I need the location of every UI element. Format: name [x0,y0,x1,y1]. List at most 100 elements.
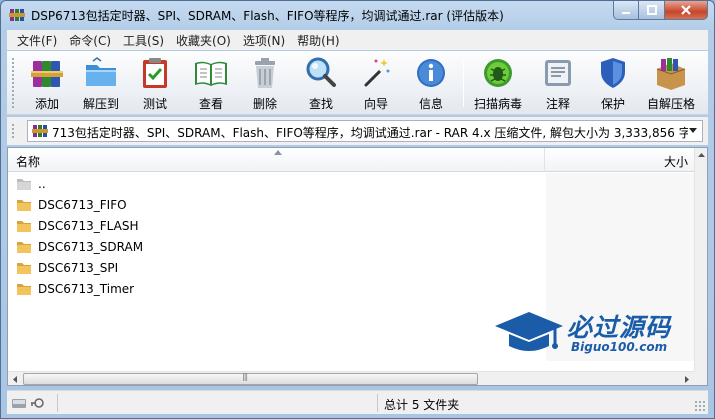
virus-scan-icon [484,59,512,87]
window-controls [613,1,708,21]
file-name: DSC6713_Timer [38,281,135,296]
extract-to-label: 解压到 [82,97,119,111]
list-item-parent[interactable]: .. [8,173,707,194]
clipboard-check-icon [143,58,167,88]
extract-to-button[interactable]: 解压到 [75,55,127,113]
find-label: 查找 [308,97,333,111]
title-bar[interactable]: DSP6713包括定时器、SPI、SDRAM、Flash、FIFO等程序，均调试… [1,1,714,29]
list-item[interactable]: DSC6713_FLASH [8,215,707,236]
add-label: 添加 [34,97,59,111]
menu-favorites[interactable]: 收藏夹(O) [170,32,237,49]
view-button[interactable]: 查看 [185,55,237,113]
graduation-cap-icon [495,312,563,351]
comment-button[interactable]: 注释 [532,55,584,113]
file-name: DSC6713_SPI [38,260,119,275]
menu-tools[interactable]: 工具(S) [117,32,170,49]
menu-help[interactable]: 帮助(H) [291,32,345,49]
address-grip[interactable] [11,123,15,139]
info-button[interactable]: 信息 [405,55,457,113]
address-bar: 713包括定时器、SPI、SDRAM、Flash、FIFO等程序，均调试通过.r… [7,117,708,145]
winrar-app-icon [9,9,25,21]
folder-icon [17,220,31,232]
maximize-button[interactable] [639,1,665,20]
list-item[interactable]: DSC6713_SPI [8,257,707,278]
scroll-thumb[interactable] [23,372,478,385]
open-book-icon [195,61,227,86]
column-header: 名称 大小 [8,148,707,172]
info-label: 信息 [418,97,443,111]
column-name-header[interactable]: 名称 [8,148,545,172]
parent-folder-icon [17,178,31,190]
chevron-right-icon [685,375,689,383]
file-rows: .. DSC6713_FIFO DSC6713_FLASH DSC6713_SD… [8,173,707,299]
folder-icon [17,199,31,211]
wizard-label: 向导 [363,97,388,111]
file-name: .. [38,176,46,191]
magnifier-icon [306,57,336,87]
shield-icon [601,58,625,88]
virus-scan-label: 扫描病毒 [473,97,522,111]
comment-icon [545,60,571,86]
column-size-label: 大小 [663,155,688,169]
scroll-right-button[interactable] [680,372,694,386]
test-button[interactable]: 测试 [129,55,181,113]
drive-key-icon[interactable] [11,395,51,411]
info-icon [417,59,445,87]
folder-icon [17,241,31,253]
wizard-button[interactable]: 向导 [350,55,402,113]
protect-label: 保护 [600,97,625,111]
folder-icon [17,262,31,274]
address-text: 713包括定时器、SPI、SDRAM、Flash、FIFO等程序，均调试通过.r… [52,126,688,140]
protect-button[interactable]: 保护 [587,55,639,113]
list-item[interactable]: DSC6713_FIFO [8,194,707,215]
app-window: DSP6713包括定时器、SPI、SDRAM、Flash、FIFO等程序，均调试… [0,0,715,419]
address-field[interactable]: 713包括定时器、SPI、SDRAM、Flash、FIFO等程序，均调试通过.r… [27,120,703,142]
delete-button[interactable]: 删除 [239,55,291,113]
horizontal-scrollbar[interactable] [8,371,694,385]
test-label: 测试 [142,97,167,111]
find-button[interactable]: 查找 [295,55,347,113]
status-separator [377,394,378,412]
file-name: DSC6713_FIFO [38,197,127,212]
menu-bar: 文件(F) 命令(C) 工具(S) 收藏夹(O) 选项(N) 帮助(H) [7,30,708,50]
list-item[interactable]: DSC6713_SDRAM [8,236,707,257]
file-name: DSC6713_SDRAM [38,239,144,254]
sfx-box-icon [656,58,686,90]
add-button[interactable]: 添加 [21,55,73,113]
toolbar: 添加 解压到 测试 查看 删除 查找 向导 信息 扫描病毒 注释 保护 自解压格 [7,51,708,115]
folder-extract-icon [86,57,116,86]
scroll-corner [694,371,707,385]
virus-scan-button[interactable]: 扫描病毒 [469,55,527,113]
minimize-icon [622,12,630,14]
address-dropdown-button[interactable] [686,123,700,139]
close-icon [681,5,691,15]
chevron-up-icon [698,153,705,157]
sort-up-icon [274,148,282,157]
sfx-button[interactable]: 自解压格 [641,55,701,113]
close-button[interactable] [665,1,708,20]
folder-icon [17,283,31,295]
menu-commands[interactable]: 命令(C) [63,32,117,49]
status-separator [57,394,58,412]
column-size-header[interactable]: 大小 [546,148,694,172]
maximize-icon [646,5,657,15]
file-name: DSC6713_FLASH [38,218,139,233]
minimize-button[interactable] [613,1,639,20]
trash-bin-icon [255,58,275,88]
scroll-up-button[interactable] [695,148,708,162]
list-item[interactable]: DSC6713_Timer [8,278,707,299]
view-label: 查看 [198,97,223,111]
toolbar-grip[interactable] [11,57,15,109]
comment-label: 注释 [545,97,570,111]
resize-grip[interactable] [694,400,706,412]
watermark-subtitle: Biguo100.com [571,340,668,354]
delete-label: 删除 [252,97,277,111]
sfx-label: 自解压格 [646,97,695,111]
column-name-label: 名称 [16,155,41,169]
status-summary: 总计 5 文件夹 [384,398,460,412]
status-bar: 总计 5 文件夹 [7,390,708,414]
window-title: DSP6713包括定时器、SPI、SDRAM、Flash、FIFO等程序，均调试… [31,9,504,23]
menu-file[interactable]: 文件(F) [11,32,63,49]
scroll-left-button[interactable] [8,372,22,386]
menu-options[interactable]: 选项(N) [237,32,291,49]
